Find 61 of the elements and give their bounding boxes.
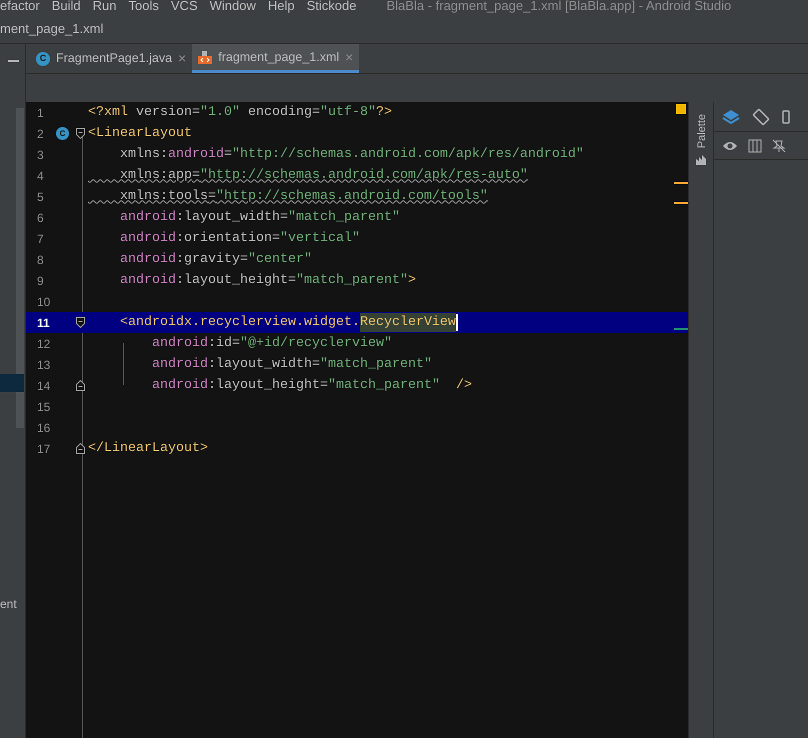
menu-item[interactable]: efactor xyxy=(0,0,46,14)
line-number: 8 xyxy=(36,252,45,268)
code-line: xmlns:android="http://schemas.android.com/apk/res/android" xyxy=(118,146,584,164)
code-line: android:gravity="center" xyxy=(118,250,312,268)
scrollbar[interactable] xyxy=(16,108,24,428)
breadcrumb[interactable]: ment_page_1.xml xyxy=(0,18,104,38)
line-number: 6 xyxy=(36,210,45,226)
window-title: BlaBla - fragment_page_1.xml [BlaBla.app] - Android Studio xyxy=(386,0,732,14)
menu-item[interactable]: Run xyxy=(86,0,123,14)
line-number: 7 xyxy=(36,230,45,248)
line-number: 12 xyxy=(36,336,52,352)
code-line: android:id="@+id/recyclerview" xyxy=(150,334,392,352)
change-stripe-mark[interactable] xyxy=(674,328,688,330)
line-number: 10 xyxy=(36,294,52,310)
menu-item[interactable]: Tools xyxy=(122,0,165,14)
fold-icon[interactable] xyxy=(76,443,85,454)
line-number: 15 xyxy=(36,398,52,416)
code-line: android:layout_width="match_parent" xyxy=(150,356,432,374)
code-line: <androidx.recyclerview.widget.RecyclerView xyxy=(88,312,458,332)
palette-tab[interactable]: Palette xyxy=(694,114,710,148)
editor-tab[interactable]: C FragmentPage1.java × xyxy=(30,44,192,73)
menu-item[interactable]: Build xyxy=(46,0,87,14)
fold-icon[interactable] xyxy=(76,380,85,391)
code-line: xmlns:tools="http://schemas.android.com/tools" xyxy=(118,188,488,206)
line-number: 9 xyxy=(36,272,45,290)
code-line: android:layout_height="match_parent" /> xyxy=(150,376,472,394)
code-line: android:layout_width="match_parent" xyxy=(118,208,400,226)
eye-icon[interactable] xyxy=(722,140,738,152)
code-line: <LinearLayout xyxy=(88,124,192,142)
tree-item[interactable]: ent xyxy=(0,595,17,613)
line-number: 11 xyxy=(36,314,51,332)
menu-item[interactable]: VCS xyxy=(164,0,204,14)
fold-icon[interactable] xyxy=(76,128,85,139)
xml-file-icon xyxy=(198,50,212,64)
line-number: 14 xyxy=(36,378,52,394)
code-line: <?xml version="1.0" encoding="utf-8"?> xyxy=(88,104,392,122)
pin-off-icon[interactable] xyxy=(772,138,786,152)
close-icon[interactable]: × xyxy=(178,48,186,69)
class-icon[interactable]: C xyxy=(56,127,69,140)
code-line: android:orientation="vertical" xyxy=(118,230,360,248)
phone-icon[interactable] xyxy=(782,110,790,124)
editor-tab[interactable]: fragment_page_1.xml × xyxy=(192,44,360,73)
fold-icon[interactable] xyxy=(76,317,85,328)
line-number: 1 xyxy=(36,104,45,122)
class-icon: C xyxy=(36,52,50,66)
line-number: 16 xyxy=(36,420,52,436)
rotate-icon[interactable] xyxy=(752,108,770,126)
line-number: 13 xyxy=(36,356,52,374)
line-number: 4 xyxy=(36,168,45,184)
line-number: 3 xyxy=(36,146,45,164)
code-line: android:layout_height="match_parent"> xyxy=(118,272,416,290)
line-number: 17 xyxy=(36,440,52,458)
menu-item[interactable]: Window xyxy=(204,0,262,14)
code-line: xmlns:app="http://schemas.android.com/apk/res-auto" xyxy=(118,166,528,184)
line-number: 2 xyxy=(36,126,45,142)
layers-icon[interactable] xyxy=(722,108,740,124)
menu-item[interactable]: Help xyxy=(262,0,301,14)
columns-icon[interactable] xyxy=(748,138,762,152)
menu-item[interactable]: Stickode xyxy=(300,0,362,14)
code-line: </LinearLayout> xyxy=(88,440,208,458)
line-number: 5 xyxy=(36,188,45,206)
